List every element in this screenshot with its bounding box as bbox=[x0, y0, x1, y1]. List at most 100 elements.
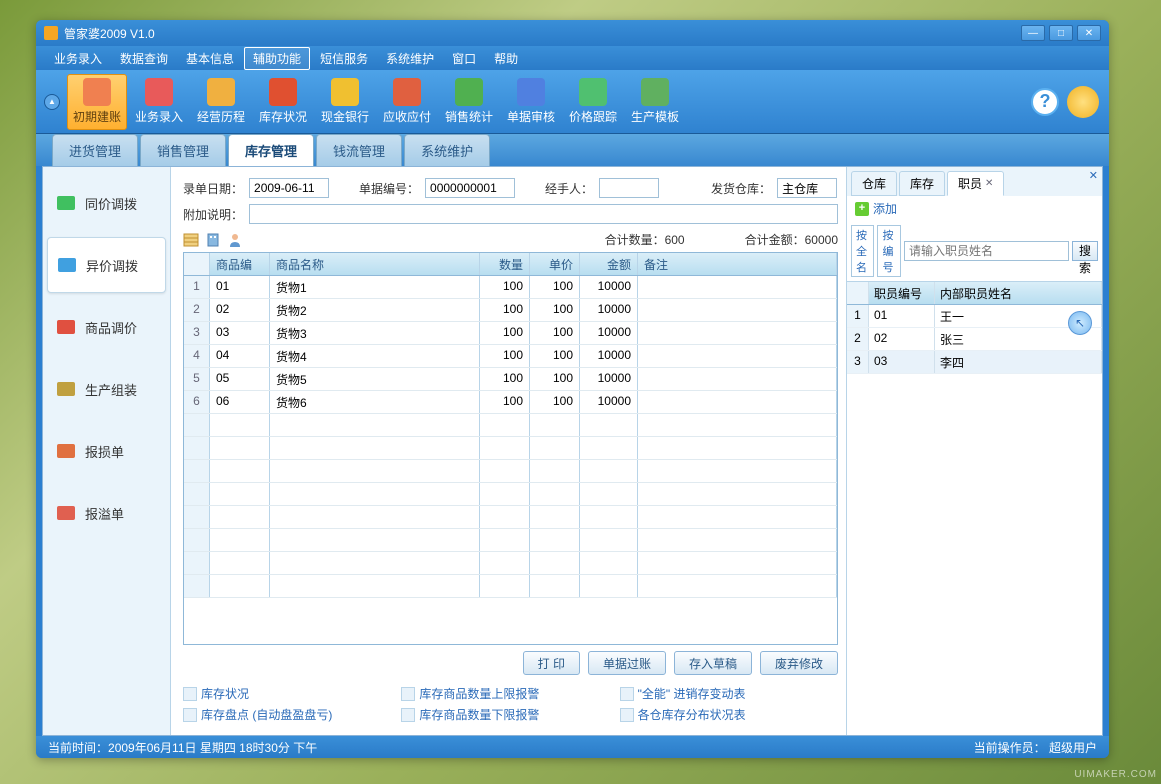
person-icon[interactable] bbox=[227, 232, 243, 248]
action-button-3[interactable]: 废弃修改 bbox=[760, 651, 838, 675]
minimize-button[interactable]: — bbox=[1021, 25, 1045, 41]
warehouse-input[interactable] bbox=[777, 178, 837, 198]
right-panel-close-icon[interactable]: ✕ bbox=[1089, 169, 1098, 182]
toolbar-button-0[interactable]: 初期建账 bbox=[67, 74, 127, 130]
employee-header-cell[interactable] bbox=[847, 282, 869, 304]
grid-row[interactable]: 101货物110010010000 bbox=[184, 276, 837, 299]
toolbar-button-9[interactable]: 生产模板 bbox=[625, 74, 685, 130]
employee-header-cell[interactable]: 职员编号 bbox=[869, 282, 935, 304]
grid-body[interactable]: 101货物110010010000202货物210010010000303货物3… bbox=[184, 276, 837, 644]
titlebar[interactable]: 管家婆2009 V1.0 — □ ✕ bbox=[36, 20, 1109, 46]
building-icon[interactable] bbox=[205, 232, 221, 248]
report-link[interactable]: 库存状况 bbox=[183, 685, 401, 702]
search-input[interactable] bbox=[904, 241, 1069, 261]
grid-row[interactable]: 505货物510010010000 bbox=[184, 368, 837, 391]
sidebar-item-2[interactable]: 商品调价 bbox=[47, 299, 166, 355]
report-link[interactable]: 库存盘点 (自动盘盈盘亏) bbox=[183, 706, 401, 723]
menu-item-4[interactable]: 短信服务 bbox=[312, 48, 376, 69]
report-link[interactable]: 库存商品数量上限报警 bbox=[401, 685, 619, 702]
action-button-0[interactable]: 打 印 bbox=[523, 651, 580, 675]
menu-item-6[interactable]: 窗口 bbox=[444, 48, 484, 69]
grid-header-cell[interactable]: 金额 bbox=[580, 253, 638, 275]
employee-header-cell[interactable]: 内部职员姓名 bbox=[935, 282, 1102, 304]
grid-row[interactable] bbox=[184, 460, 837, 483]
filter-by-name-button[interactable]: 按全名 bbox=[851, 225, 874, 277]
grid-row[interactable] bbox=[184, 552, 837, 575]
grid-row[interactable] bbox=[184, 414, 837, 437]
menu-item-3[interactable]: 辅助功能 bbox=[244, 47, 310, 70]
menu-item-7[interactable]: 帮助 bbox=[486, 48, 526, 69]
grid-row[interactable] bbox=[184, 506, 837, 529]
report-link[interactable]: 各仓库存分布状况表 bbox=[620, 706, 838, 723]
toolbar-button-5[interactable]: 应收应付 bbox=[377, 74, 437, 130]
search-button[interactable]: 搜索 bbox=[1072, 241, 1098, 261]
toolbar-button-2[interactable]: 经营历程 bbox=[191, 74, 251, 130]
grid-header-cell[interactable]: 数量 bbox=[480, 253, 530, 275]
right-tab-0[interactable]: 仓库 bbox=[851, 171, 897, 196]
toolbar-button-1[interactable]: 业务录入 bbox=[129, 74, 189, 130]
toolbar-button-8[interactable]: 价格跟踪 bbox=[563, 74, 623, 130]
add-button[interactable]: +添加 bbox=[855, 200, 1094, 217]
grid-row[interactable]: 202货物210010010000 bbox=[184, 299, 837, 322]
grid-icon[interactable] bbox=[183, 232, 199, 248]
grid-header-cell[interactable]: 商品编号 bbox=[210, 253, 270, 275]
action-button-2[interactable]: 存入草稿 bbox=[674, 651, 752, 675]
employee-row[interactable]: 202张三 bbox=[847, 328, 1102, 351]
grid-header-cell[interactable]: 商品名称 bbox=[270, 253, 480, 275]
right-tab-1[interactable]: 库存 bbox=[899, 171, 945, 196]
main-tab-3[interactable]: 钱流管理 bbox=[316, 134, 402, 166]
main-tab-0[interactable]: 进货管理 bbox=[52, 134, 138, 166]
grid-row[interactable] bbox=[184, 437, 837, 460]
sidebar-item-0[interactable]: 同价调拨 bbox=[47, 175, 166, 231]
grid-row[interactable] bbox=[184, 529, 837, 552]
main-tab-4[interactable]: 系统维护 bbox=[404, 134, 490, 166]
grid-row[interactable] bbox=[184, 483, 837, 506]
employee-row[interactable]: 303李四 bbox=[847, 351, 1102, 374]
filter-by-code-button[interactable]: 按编号 bbox=[877, 225, 900, 277]
sidebar-item-4[interactable]: 报损单 bbox=[47, 423, 166, 479]
grid-row[interactable]: 404货物410010010000 bbox=[184, 345, 837, 368]
menu-item-5[interactable]: 系统维护 bbox=[378, 48, 442, 69]
report-link[interactable]: 库存商品数量下限报警 bbox=[401, 706, 619, 723]
sidebar: 同价调拨异价调拨商品调价生产组装报损单报溢单 bbox=[43, 167, 171, 735]
tab-close-icon[interactable]: ✕ bbox=[985, 178, 993, 189]
report-link[interactable]: "全能" 进销存变动表 bbox=[620, 685, 838, 702]
help-icon[interactable]: ? bbox=[1031, 88, 1059, 116]
collapse-toolbar-button[interactable]: ▲ bbox=[44, 94, 60, 110]
sidebar-item-3[interactable]: 生产组装 bbox=[47, 361, 166, 417]
close-button[interactable]: ✕ bbox=[1077, 25, 1101, 41]
grid-cell: 10000 bbox=[580, 391, 638, 413]
grid-row[interactable]: 606货物610010010000 bbox=[184, 391, 837, 414]
date-input[interactable] bbox=[249, 178, 329, 198]
panel-arrow-icon[interactable]: ↖ bbox=[1068, 311, 1092, 335]
brand-icon[interactable] bbox=[1067, 86, 1099, 118]
toolbar-button-6[interactable]: 销售统计 bbox=[439, 74, 499, 130]
main-tab-2[interactable]: 库存管理 bbox=[228, 134, 314, 166]
grid-header-cell[interactable] bbox=[184, 253, 210, 275]
doc-input[interactable] bbox=[425, 178, 515, 198]
right-tab-2[interactable]: 职员✕ bbox=[947, 171, 1004, 196]
menu-item-0[interactable]: 业务录入 bbox=[46, 48, 110, 69]
form-row-2: 附加说明： bbox=[175, 201, 846, 227]
menu-item-2[interactable]: 基本信息 bbox=[178, 48, 242, 69]
toolbar-button-4[interactable]: 现金银行 bbox=[315, 74, 375, 130]
employee-row[interactable]: 101王一 bbox=[847, 305, 1102, 328]
grid-row[interactable] bbox=[184, 575, 837, 598]
main-tab-1[interactable]: 销售管理 bbox=[140, 134, 226, 166]
toolbar-icon bbox=[517, 78, 545, 106]
action-button-1[interactable]: 单据过账 bbox=[588, 651, 666, 675]
sidebar-item-1[interactable]: 异价调拨 bbox=[47, 237, 166, 293]
sidebar-icon bbox=[55, 378, 77, 400]
handler-input[interactable] bbox=[599, 178, 659, 198]
remark-input[interactable] bbox=[249, 204, 838, 224]
grid-header-cell[interactable]: 备注 bbox=[638, 253, 837, 275]
employee-cell: 3 bbox=[847, 351, 869, 373]
maximize-button[interactable]: □ bbox=[1049, 25, 1073, 41]
menu-item-1[interactable]: 数据查询 bbox=[112, 48, 176, 69]
grid-cell: 100 bbox=[530, 299, 580, 321]
grid-header-cell[interactable]: 单价 bbox=[530, 253, 580, 275]
grid-row[interactable]: 303货物310010010000 bbox=[184, 322, 837, 345]
sidebar-item-5[interactable]: 报溢单 bbox=[47, 485, 166, 541]
toolbar-button-3[interactable]: 库存状况 bbox=[253, 74, 313, 130]
toolbar-button-7[interactable]: 单据审核 bbox=[501, 74, 561, 130]
